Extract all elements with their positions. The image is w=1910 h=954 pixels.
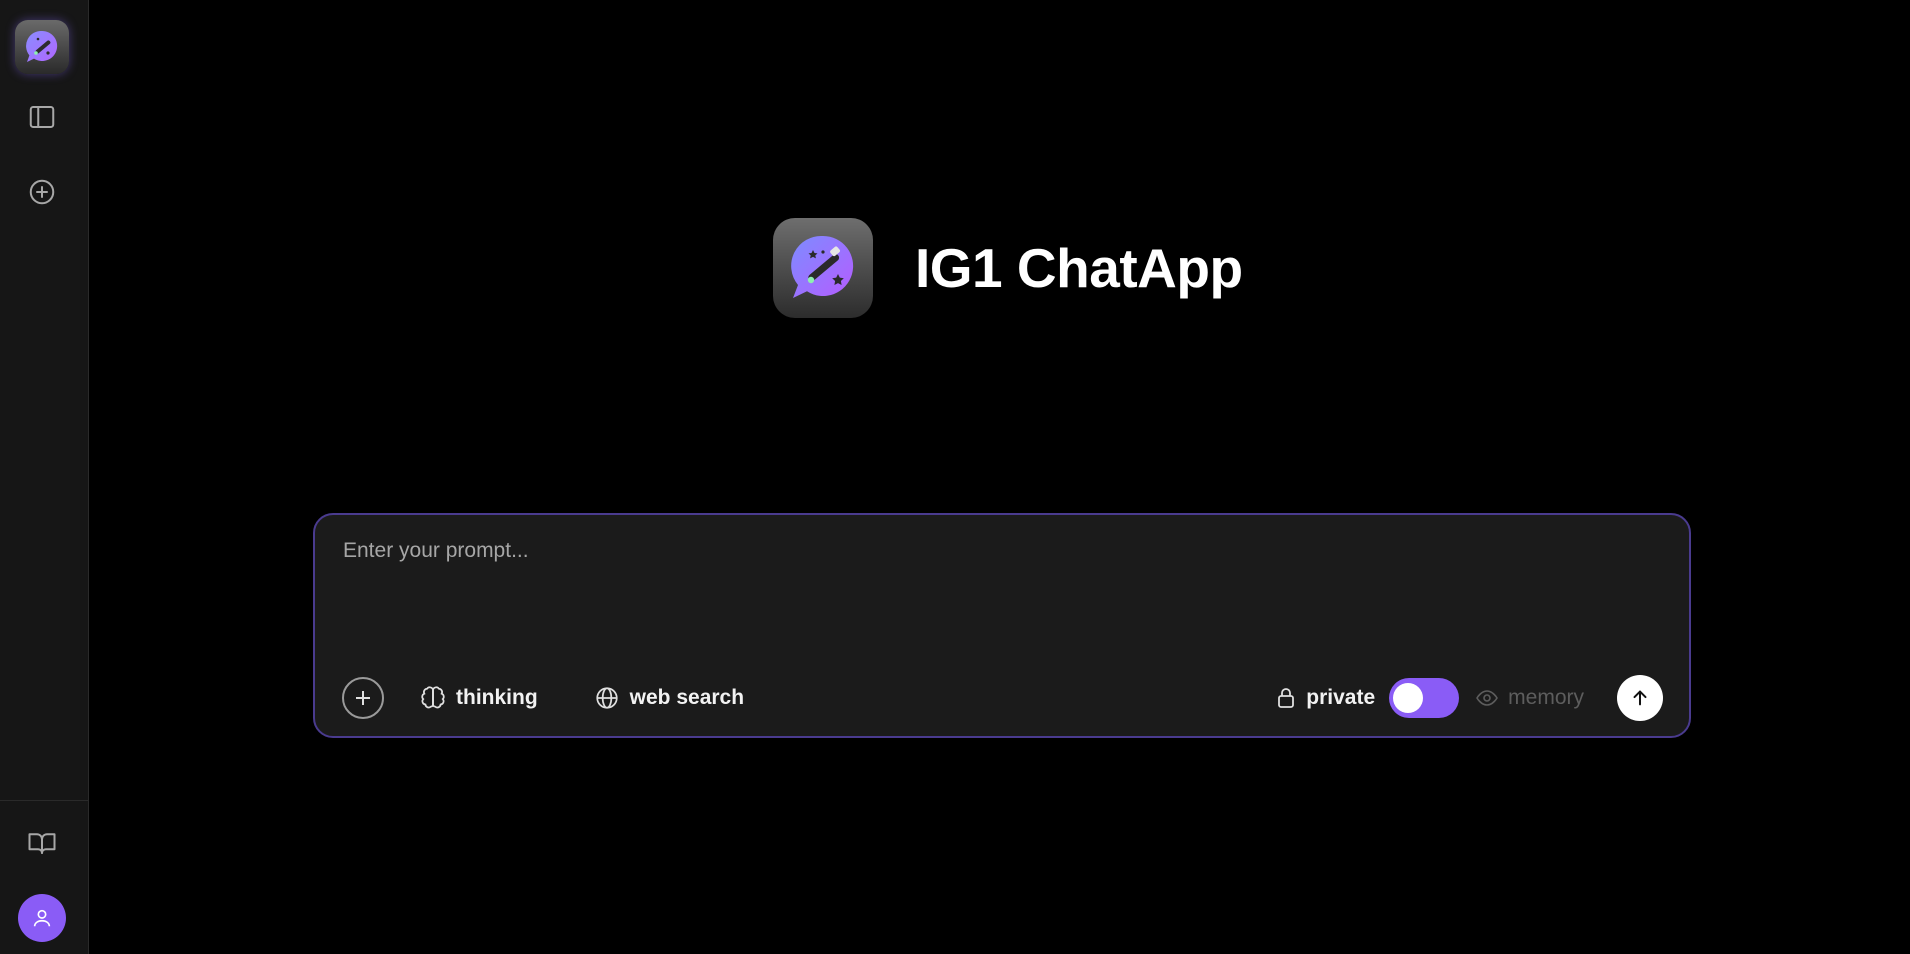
private-toggle[interactable]: [1389, 678, 1460, 718]
private-label-group: private: [1274, 686, 1375, 710]
new-chat-plus-circle-icon[interactable]: [18, 168, 66, 216]
web-search-label: web search: [629, 686, 745, 709]
add-attachment-button[interactable]: [342, 677, 384, 719]
eye-icon: [1476, 690, 1499, 706]
hero: IG1 ChatApp: [773, 218, 1243, 318]
thinking-label: thinking: [456, 686, 538, 709]
globe-icon: [596, 687, 618, 709]
memory-label: memory: [1508, 686, 1584, 709]
user-avatar[interactable]: [18, 894, 66, 942]
book-open-icon[interactable]: [18, 819, 66, 867]
prompt-input[interactable]: [341, 537, 1641, 607]
arrow-up-icon: [1633, 690, 1647, 706]
composer-tools: thinking web search: [342, 675, 744, 721]
composer-options: private memory: [1274, 675, 1663, 721]
memory-button[interactable]: memory: [1475, 686, 1584, 710]
toggle-knob: [1393, 683, 1424, 713]
user-icon: [33, 909, 51, 927]
chat-magic-wand-icon: [773, 218, 873, 318]
app-logo-icon[interactable]: [15, 20, 69, 74]
app-title: IG1 ChatApp: [915, 237, 1243, 299]
prompt-composer: thinking web search private memory: [313, 513, 1691, 738]
brain-icon: [421, 686, 445, 709]
web-search-button[interactable]: web search: [594, 685, 744, 711]
lock-icon: [1278, 688, 1295, 708]
thinking-button[interactable]: thinking: [420, 685, 538, 711]
plus-icon: [356, 691, 370, 705]
private-label: private: [1306, 686, 1376, 709]
send-button[interactable]: [1617, 675, 1663, 721]
sidebar: [0, 0, 89, 954]
sidebar-divider: [0, 800, 88, 801]
sidebar-panel-icon[interactable]: [18, 93, 66, 141]
